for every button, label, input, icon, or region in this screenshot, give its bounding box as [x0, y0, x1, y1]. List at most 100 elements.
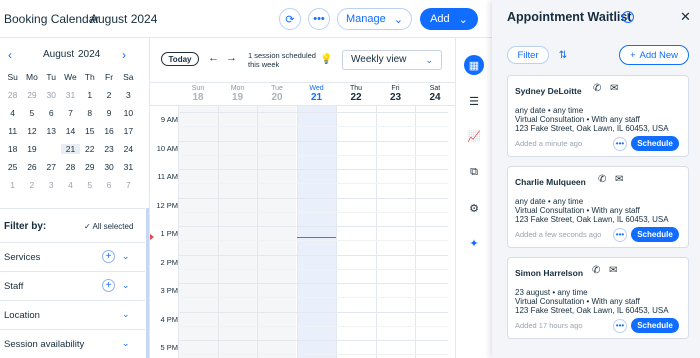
- mail-icon[interactable]: ✉: [615, 174, 623, 185]
- day-cell[interactable]: 29: [80, 162, 99, 172]
- day-cell[interactable]: 30: [42, 90, 61, 100]
- refresh-button[interactable]: ⟳: [279, 8, 301, 30]
- phone-icon[interactable]: ✆: [598, 174, 606, 185]
- day-cell[interactable]: 10: [119, 108, 138, 118]
- day-cell[interactable]: 3: [42, 180, 61, 190]
- day-cell[interactable]: 7: [119, 180, 138, 190]
- hour-line: [178, 140, 448, 142]
- time-grid[interactable]: 9 AM 10 AM 11 AM 12 PM 1 PM 2 PM 3 PM 4 PM 5 PM: [150, 106, 456, 358]
- phone-icon[interactable]: ✆: [593, 83, 601, 94]
- day-cell[interactable]: 19: [22, 144, 41, 154]
- prev-month-icon[interactable]: ‹: [8, 48, 12, 62]
- day-cell[interactable]: 6: [99, 180, 118, 190]
- day-cell[interactable]: 17: [119, 126, 138, 136]
- day-header-sat[interactable]: Sat 24: [415, 83, 455, 107]
- day-cell[interactable]: 29: [22, 90, 41, 100]
- manage-button[interactable]: Manage ⌄: [337, 8, 412, 30]
- day-cell[interactable]: 13: [42, 126, 61, 136]
- day-cell[interactable]: 9: [99, 108, 118, 118]
- day-header-sun[interactable]: Sun 18: [178, 83, 218, 107]
- day-cell[interactable]: 26: [22, 162, 41, 172]
- day-cell[interactable]: 1: [3, 180, 22, 190]
- today-button[interactable]: Today: [161, 52, 199, 66]
- list-icon[interactable]: ☰: [465, 92, 483, 110]
- day-cell[interactable]: 1: [80, 90, 99, 100]
- day-cell[interactable]: 23: [99, 144, 118, 154]
- schedule-button[interactable]: Schedule: [631, 136, 679, 151]
- panel-filter-button[interactable]: Filter: [507, 46, 549, 64]
- day-cell[interactable]: 11: [3, 126, 22, 136]
- waitlist-icon[interactable]: ▦: [464, 55, 484, 75]
- add-new-button[interactable]: + Add New: [619, 45, 689, 65]
- filter-staff[interactable]: Staff + ⌄: [0, 271, 145, 300]
- view-select[interactable]: Weekly view ⌄: [342, 50, 442, 70]
- day-cell[interactable]: 18: [3, 144, 22, 154]
- info-icon[interactable]: i: [622, 11, 634, 23]
- day-cell[interactable]: 6: [42, 108, 61, 118]
- phone-icon[interactable]: ✆: [592, 265, 600, 276]
- day-header-fri[interactable]: Fri 23: [376, 83, 416, 107]
- day-cell[interactable]: 2: [99, 90, 118, 100]
- day-header-tue[interactable]: Tue 20: [257, 83, 297, 107]
- day-cell[interactable]: 5: [22, 108, 41, 118]
- more-icon[interactable]: •••: [613, 319, 627, 333]
- more-icon[interactable]: •••: [613, 228, 627, 242]
- day-cell[interactable]: 31: [119, 162, 138, 172]
- day-cell[interactable]: 15: [80, 126, 99, 136]
- sort-icon[interactable]: ⇅: [553, 46, 573, 64]
- current-month: August 2024: [90, 12, 158, 26]
- day-cell[interactable]: 27: [42, 162, 61, 172]
- chevron-down-icon[interactable]: ⌄: [122, 338, 130, 349]
- schedule-button[interactable]: Schedule: [631, 227, 679, 242]
- add-icon[interactable]: +: [102, 279, 115, 292]
- day-cell[interactable]: 24: [119, 144, 138, 154]
- day-cell[interactable]: 22: [80, 144, 99, 154]
- mail-icon[interactable]: ✉: [609, 265, 617, 276]
- day-cell[interactable]: 5: [80, 180, 99, 190]
- day-cell[interactable]: 28: [3, 90, 22, 100]
- day-date: 19: [231, 92, 244, 103]
- close-icon[interactable]: ✕: [680, 9, 691, 25]
- lightbulb-icon[interactable]: 💡: [320, 54, 332, 65]
- chevron-down-icon[interactable]: ⌄: [122, 309, 130, 320]
- day-cell[interactable]: 25: [3, 162, 22, 172]
- day-cell[interactable]: 20: [42, 140, 61, 157]
- mail-icon[interactable]: ✉: [610, 83, 618, 94]
- apps-icon[interactable]: ⧉: [465, 163, 483, 181]
- day-cell[interactable]: 4: [61, 180, 80, 190]
- filter-scrollbar[interactable]: [146, 208, 149, 358]
- next-month-icon[interactable]: ›: [122, 48, 126, 62]
- filter-services[interactable]: Services + ⌄: [0, 242, 145, 271]
- day-cell[interactable]: 28: [61, 162, 80, 172]
- day-header-wed[interactable]: Wed 21: [297, 83, 337, 107]
- more-icon[interactable]: •••: [613, 137, 627, 151]
- day-cell[interactable]: 16: [99, 126, 118, 136]
- day-cell[interactable]: 7: [61, 108, 80, 118]
- day-cell[interactable]: 3: [119, 90, 138, 100]
- ai-sparkle-icon[interactable]: ✦: [465, 234, 483, 252]
- day-cell[interactable]: 30: [99, 162, 118, 172]
- chevron-down-icon[interactable]: ⌄: [122, 280, 130, 291]
- add-button[interactable]: Add ⌄: [420, 8, 478, 30]
- arrow-left-icon[interactable]: ←: [208, 52, 219, 64]
- arrow-right-icon[interactable]: →: [226, 52, 237, 64]
- chevron-down-icon[interactable]: ⌄: [122, 251, 130, 262]
- filter-location[interactable]: Location ⌄: [0, 300, 145, 329]
- filter-session-availability[interactable]: Session availability ⌄: [0, 329, 145, 358]
- add-icon[interactable]: +: [102, 250, 115, 263]
- day-header-mon[interactable]: Mon 19: [218, 83, 258, 107]
- day-cell[interactable]: 14: [61, 126, 80, 136]
- analytics-icon[interactable]: 📈: [465, 127, 483, 145]
- day-cell[interactable]: 8: [80, 108, 99, 118]
- more-button[interactable]: •••: [308, 8, 330, 30]
- day-header-thu[interactable]: Thu 22: [336, 83, 376, 107]
- day-cell[interactable]: 21: [60, 144, 81, 154]
- day-cell[interactable]: 12: [22, 126, 41, 136]
- all-selected-label[interactable]: ✓ All selected: [84, 222, 133, 231]
- day-cell[interactable]: 4: [3, 108, 22, 118]
- day-cell[interactable]: 31: [61, 90, 80, 100]
- settings-icon[interactable]: ⚙: [465, 199, 483, 217]
- schedule-button[interactable]: Schedule: [631, 318, 679, 333]
- weekday-label: Th: [84, 72, 95, 82]
- day-cell[interactable]: 2: [22, 180, 41, 190]
